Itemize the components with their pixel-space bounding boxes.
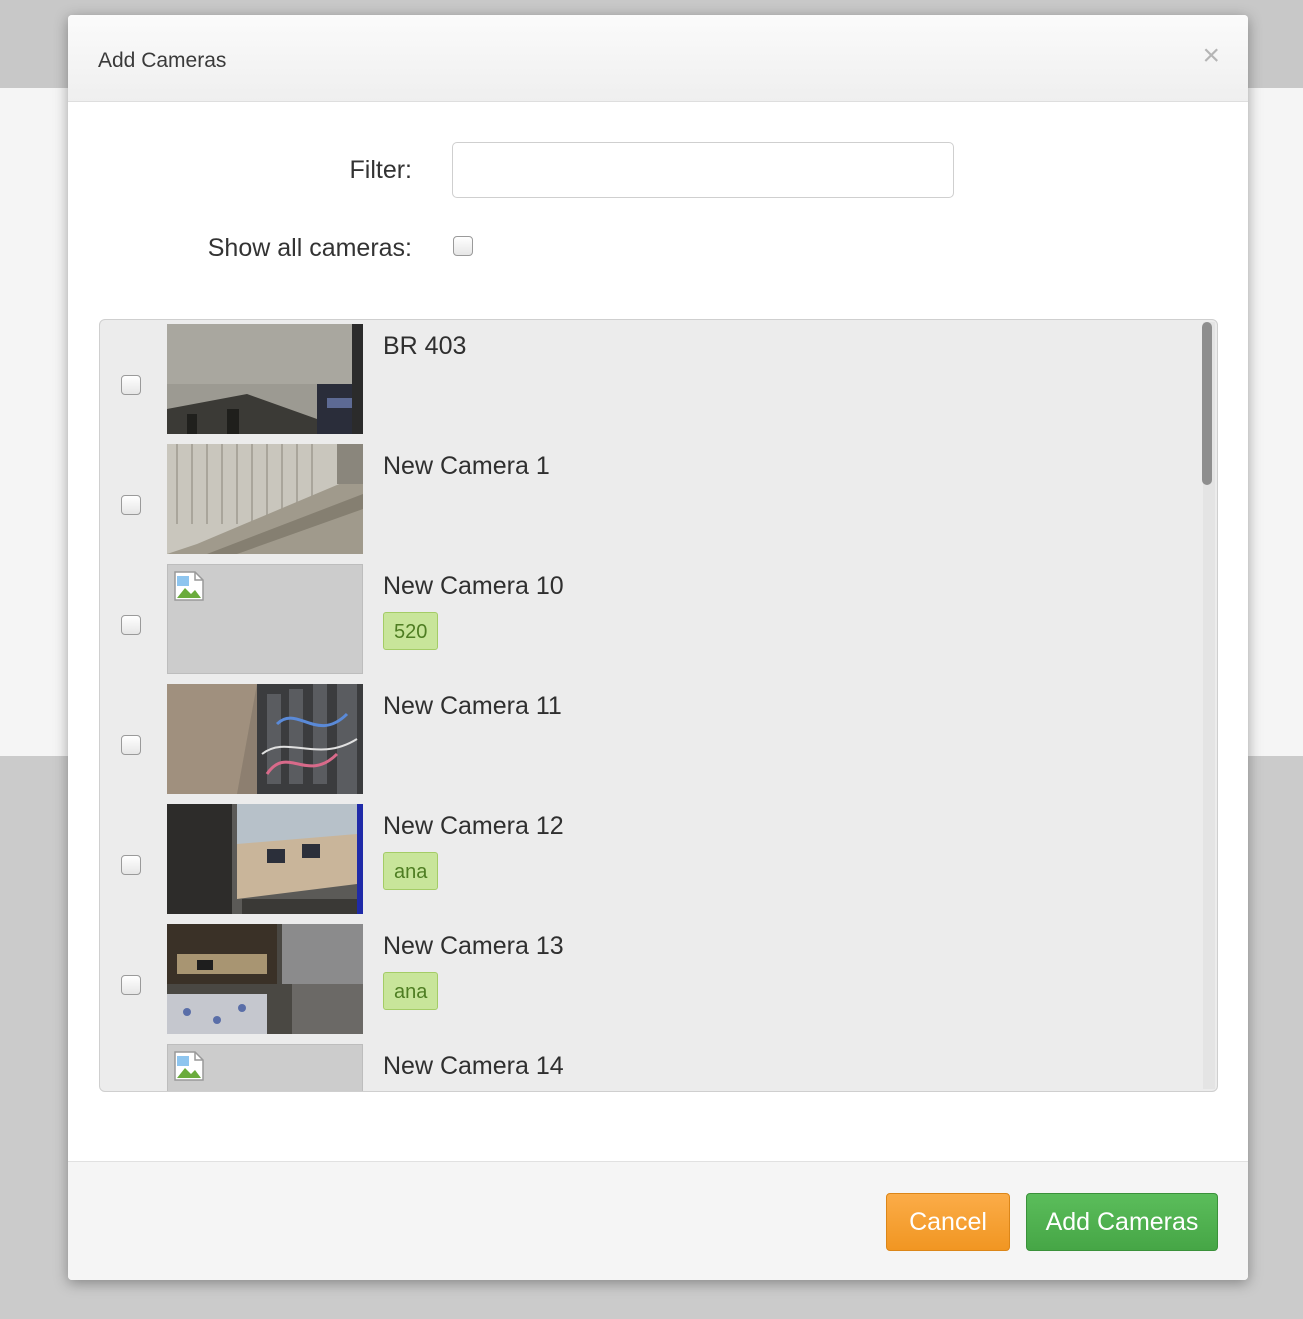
camera-thumbnail xyxy=(167,684,363,794)
camera-checkbox[interactable] xyxy=(121,375,141,395)
workspace-image xyxy=(167,924,363,1034)
camera-checkbox[interactable] xyxy=(121,615,141,635)
scrollbar-thumb[interactable] xyxy=(1202,322,1212,485)
camera-tag: ana xyxy=(383,852,439,890)
dialog-header: Add Cameras × xyxy=(68,15,1248,102)
camera-thumbnail xyxy=(167,564,363,674)
camera-list[interactable]: BR 403 New Camera 1 New Camera 10 520 Ne… xyxy=(99,319,1218,1092)
list-item[interactable]: BR 403 xyxy=(100,320,1200,440)
camera-checkbox[interactable] xyxy=(121,495,141,515)
add-cameras-dialog: Add Cameras × Filter: Show all cameras: xyxy=(68,15,1248,1280)
camera-checkbox[interactable] xyxy=(121,855,141,875)
camera-name: New Camera 1 xyxy=(383,452,550,480)
broken-image-icon xyxy=(174,571,204,601)
office-desks-image xyxy=(167,804,363,914)
camera-name: New Camera 14 xyxy=(383,1052,564,1080)
camera-tag: 520 xyxy=(383,612,439,650)
close-icon[interactable]: × xyxy=(1202,41,1220,71)
broken-image-icon xyxy=(174,1051,204,1081)
show-all-cameras-label: Show all cameras: xyxy=(207,234,412,262)
camera-thumbnail xyxy=(167,924,363,1034)
show-all-cameras-checkbox[interactable] xyxy=(453,236,473,256)
stairwell-image xyxy=(167,444,363,554)
camera-checkbox[interactable] xyxy=(121,735,141,755)
list-item[interactable]: New Camera 13 ana xyxy=(100,920,1200,1040)
office-floor-image xyxy=(167,324,363,434)
list-item[interactable]: New Camera 14 xyxy=(100,1040,1200,1091)
filter-input[interactable] xyxy=(452,142,954,198)
camera-thumbnail xyxy=(167,1044,363,1091)
camera-tag: ana xyxy=(383,972,439,1010)
camera-name: New Camera 10 xyxy=(383,572,564,600)
camera-name: New Camera 12 xyxy=(383,812,564,840)
dialog-title: Add Cameras xyxy=(98,49,227,72)
camera-name: BR 403 xyxy=(383,332,467,360)
list-item[interactable]: New Camera 11 xyxy=(100,680,1200,800)
camera-thumbnail xyxy=(167,324,363,434)
server-room-image xyxy=(167,684,363,794)
list-item[interactable]: New Camera 12 ana xyxy=(100,800,1200,920)
list-scrollbar[interactable] xyxy=(1202,322,1215,1089)
filter-label: Filter: xyxy=(349,156,413,184)
camera-thumbnail xyxy=(167,804,363,914)
add-cameras-button[interactable]: Add Cameras xyxy=(1026,1193,1218,1251)
camera-name: New Camera 13 xyxy=(383,932,564,960)
camera-thumbnail xyxy=(167,444,363,554)
list-item[interactable]: New Camera 1 xyxy=(100,440,1200,560)
cancel-button[interactable]: Cancel xyxy=(886,1193,1010,1251)
camera-name: New Camera 11 xyxy=(383,692,562,720)
dialog-footer: Cancel Add Cameras xyxy=(68,1161,1248,1280)
camera-checkbox[interactable] xyxy=(121,975,141,995)
list-item[interactable]: New Camera 10 520 xyxy=(100,560,1200,680)
